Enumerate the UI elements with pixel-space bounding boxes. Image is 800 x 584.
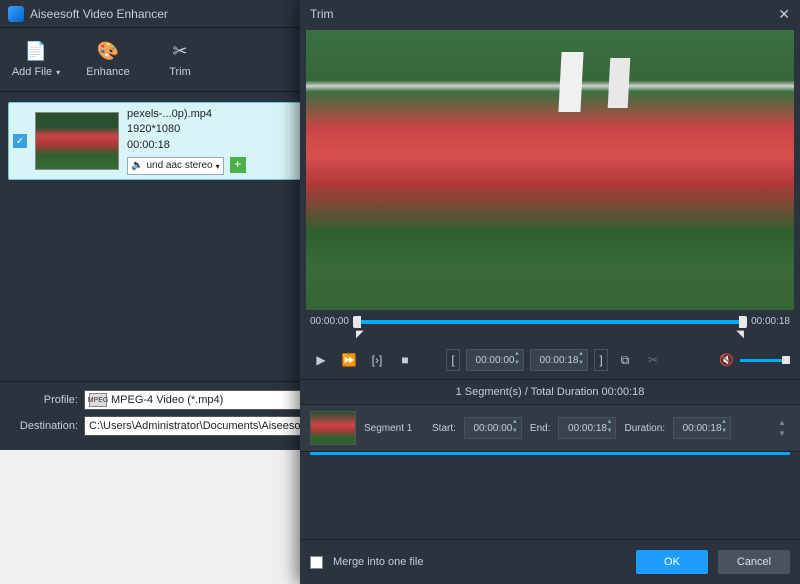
set-out-button[interactable]: ] [594,349,608,371]
chevron-down-icon: ▾ [56,68,60,77]
volume-slider[interactable] [740,359,790,362]
move-up-icon[interactable]: ▲ [778,418,790,427]
in-time-value: 00:00:00 [476,355,515,366]
file-thumbnail [35,112,119,170]
out-time-input[interactable]: 00:00:18 ▲▼ [530,349,588,371]
segment-duration-input[interactable]: 00:00:18 ▲▼ [673,417,731,439]
in-marker-icon[interactable]: ◤ [356,329,364,340]
segment-end-value: 00:00:18 [568,423,607,434]
enhance-icon: 🎨 [97,41,119,62]
seg-start-up-icon[interactable]: ▲ [510,419,520,428]
format-icon: MPEG [89,393,107,407]
in-time-input[interactable]: 00:00:00 ▲▼ [466,349,524,371]
seg-end-down-icon[interactable]: ▼ [604,428,614,437]
set-in-button[interactable]: [ [446,349,460,371]
seg-dur-down-icon[interactable]: ▼ [719,428,729,437]
audio-track-select[interactable]: 🔈 und aac stereo ▾ [127,157,224,175]
add-file-icon: 📄 [25,41,47,62]
trim-icon: ✂ [172,41,187,62]
out-time-value: 00:00:18 [540,355,579,366]
timeline[interactable]: 00:00:00 00:00:18 [300,312,800,331]
volume-icon[interactable]: 🔇 [719,353,734,367]
cancel-label: Cancel [737,556,771,568]
chevron-down-icon: ▾ [216,161,220,172]
stop-button[interactable]: ■ [394,349,416,371]
trim-label: Trim [169,66,191,78]
segment-start-value: 00:00:00 [473,423,512,434]
segments-body [300,455,800,539]
segment-name: Segment 1 [364,423,424,434]
segment-row[interactable]: Segment 1 Start: 00:00:00 ▲▼ End: 00:00:… [300,404,800,452]
trim-header: Trim ✕ [300,0,800,28]
app-title: Aiseesoft Video Enhancer [30,7,168,21]
ok-label: OK [664,556,680,568]
seg-end-up-icon[interactable]: ▲ [604,419,614,428]
timeline-start-time: 00:00:00 [310,316,349,327]
add-file-button[interactable]: 📄 Add File ▾ [0,28,72,91]
split-button[interactable]: ⧉ [614,349,636,371]
timeline-track[interactable] [357,320,743,324]
trim-dialog: Trim ✕ 00:00:00 00:00:18 ◤ ◥ ▶ ⏩ [›] ■ [… [300,0,800,584]
timeline-markers: ◤ ◥ [360,331,740,341]
merge-label: Merge into one file [333,556,424,568]
merge-checkbox[interactable] [310,556,323,569]
trim-footer: Merge into one file OK Cancel [300,539,800,584]
volume-control: 🔇 [719,353,790,367]
next-frame-button[interactable]: [›] [366,349,388,371]
seg-start-down-icon[interactable]: ▼ [510,428,520,437]
video-preview [306,30,794,310]
enhance-button[interactable]: 🎨 Enhance [72,28,144,91]
seg-dur-up-icon[interactable]: ▲ [719,419,729,428]
speaker-icon: 🔈 [131,159,143,173]
fast-forward-button[interactable]: ⏩ [338,349,360,371]
segment-reorder: ▲ ▼ [778,418,790,438]
profile-label: Profile: [8,394,78,406]
trim-button[interactable]: ✂ Trim [144,28,216,91]
audio-track-label: und aac stereo [146,159,212,173]
cancel-button[interactable]: Cancel [718,550,790,574]
move-down-icon[interactable]: ▼ [778,429,790,438]
segment-duration-label: Duration: [624,423,665,434]
profile-value: MPEG-4 Video (*.mp4) [111,394,223,406]
destination-label: Destination: [8,420,78,432]
add-file-label: Add File [12,66,52,78]
segment-start-label: Start: [432,423,456,434]
app-logo-icon [8,6,24,22]
add-audio-button[interactable]: + [230,157,246,173]
in-time-down-icon[interactable]: ▼ [512,360,522,369]
segment-end-label: End: [530,423,551,434]
cut-button[interactable]: ✂ [642,349,664,371]
segment-thumbnail [310,411,356,445]
out-marker-icon[interactable]: ◥ [736,329,744,340]
segment-start-input[interactable]: 00:00:00 ▲▼ [464,417,522,439]
in-time-up-icon[interactable]: ▲ [512,351,522,360]
timeline-end-time: 00:00:18 [751,316,790,327]
file-name: pexels-...0p).mp4 [127,107,212,122]
file-checkbox[interactable]: ✓ [13,134,27,148]
play-button[interactable]: ▶ [310,349,332,371]
playback-controls: ▶ ⏩ [›] ■ [ 00:00:00 ▲▼ 00:00:18 ▲▼ ] ⧉ … [300,341,800,380]
segment-end-input[interactable]: 00:00:18 ▲▼ [558,417,616,439]
out-time-down-icon[interactable]: ▼ [576,360,586,369]
enhance-label: Enhance [86,66,129,78]
ok-button[interactable]: OK [636,550,708,574]
segments-header: 1 Segment(s) / Total Duration 00:00:18 [300,380,800,404]
trim-title: Trim [310,7,334,21]
close-icon[interactable]: ✕ [778,6,790,23]
segment-duration-value: 00:00:18 [683,423,722,434]
out-time-up-icon[interactable]: ▲ [576,351,586,360]
